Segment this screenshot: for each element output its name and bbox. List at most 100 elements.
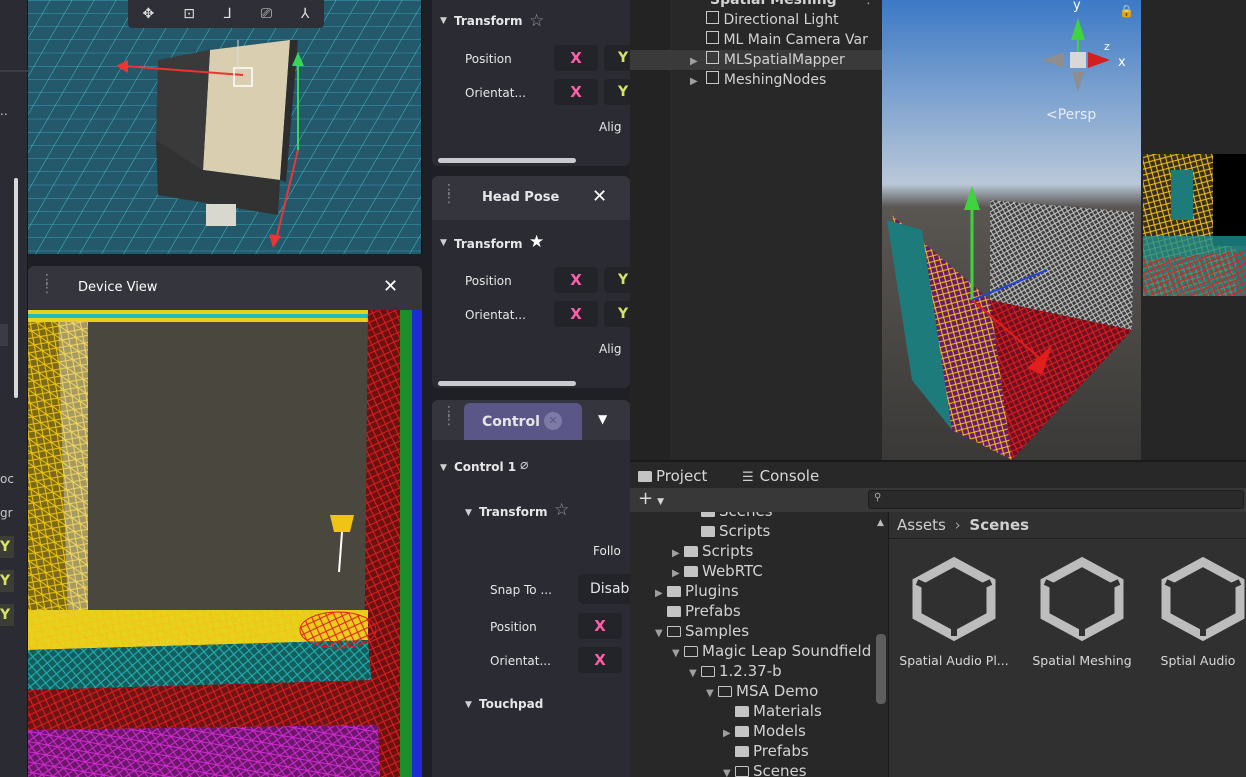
collapse-arrow-icon[interactable]: ▼ xyxy=(465,508,472,518)
orientation-x-field[interactable]: X xyxy=(578,647,622,673)
device-view-canvas[interactable] xyxy=(28,310,422,777)
camera-tool-icon[interactable]: ⎚ xyxy=(261,6,272,22)
position-x-field[interactable]: X xyxy=(554,45,598,71)
move-tool-icon[interactable]: ✥ xyxy=(142,6,154,22)
tree-row[interactable]: Materials xyxy=(723,701,822,721)
close-icon[interactable]: ✕ xyxy=(592,186,607,207)
folder-icon xyxy=(667,586,681,597)
scene-asset[interactable]: Spatial Meshing xyxy=(1027,556,1137,668)
dropdown-arrow-icon[interactable]: ▼ xyxy=(598,412,607,426)
tree-row[interactable]: ▼ MSA Demo xyxy=(706,681,818,701)
hierarchy-row[interactable]: ▶ MLSpatialMapper xyxy=(630,50,882,70)
drag-handle-icon[interactable]: ⋮ ⋮ xyxy=(442,183,456,205)
control-panel: ▼ Control 1 ⌀ ▼ Transform ☆ Follo Snap T… xyxy=(432,440,630,777)
project-tabs-bar: Project ☰ Console xyxy=(630,460,1246,488)
gameobject-icon xyxy=(706,11,719,24)
scene-asset[interactable]: Sptial Audio xyxy=(1149,556,1246,668)
tree-row[interactable]: ▶ WebRTC xyxy=(672,561,763,581)
unity-scene-view[interactable]: 🔒 y z x <Persp xyxy=(882,0,1141,460)
tab-control[interactable]: Control ✕ xyxy=(464,403,582,440)
tree-row[interactable]: ▼ Scenes xyxy=(723,761,807,777)
gizmo-tool-icon[interactable]: ⅄ xyxy=(301,6,310,22)
y-field[interactable]: Y xyxy=(0,604,14,626)
y-field[interactable]: Y xyxy=(0,536,14,558)
head-pose-header: ⋮ ⋮ Head Pose ✕ xyxy=(432,176,630,220)
snap-to-dropdown[interactable]: Disab xyxy=(578,574,630,604)
position-y-field[interactable]: Y xyxy=(604,267,630,293)
expand-arrow-icon[interactable]: ▼ xyxy=(723,764,735,777)
scroll-up-icon[interactable]: ▲ xyxy=(877,518,884,528)
simulator-scene-view[interactable]: ✥ ⊡ ⅃ ⎚ ⅄ xyxy=(28,0,422,254)
star-filled-icon[interactable]: ★ xyxy=(529,232,544,252)
tab-console-label: Console xyxy=(759,467,820,485)
edge-tab[interactable] xyxy=(0,324,8,346)
tree-row-label: Scripts xyxy=(702,542,754,560)
horizontal-scrollbar[interactable] xyxy=(438,158,576,163)
lock-icon[interactable]: 🔒 xyxy=(1119,4,1134,18)
scrollbar[interactable] xyxy=(14,178,18,398)
tree-row[interactable]: ▼ Magic Leap Soundfield xyxy=(672,641,871,661)
drag-handle-icon[interactable]: ⋮ ⋮ xyxy=(442,405,456,427)
orientation-y-field[interactable]: Y xyxy=(604,79,630,105)
tab-console[interactable]: ☰ Console xyxy=(742,462,819,490)
collapse-arrow-icon[interactable]: ▼ xyxy=(440,463,447,473)
star-outline-icon[interactable]: ☆ xyxy=(554,500,569,520)
tree-row[interactable]: ▼ Samples xyxy=(655,621,749,641)
expand-arrow-icon[interactable]: ▶ xyxy=(690,52,702,72)
game-view[interactable] xyxy=(1141,0,1246,460)
folder-icon xyxy=(701,512,715,517)
expand-arrow-icon[interactable]: ▼ xyxy=(655,624,667,644)
expand-arrow-icon[interactable]: ▼ xyxy=(689,664,701,684)
search-input[interactable]: ⚲ xyxy=(868,490,1244,509)
position-x-field[interactable]: X xyxy=(578,613,622,639)
close-tab-icon[interactable]: ✕ xyxy=(544,412,562,430)
tree-row[interactable]: ▶ Models xyxy=(723,721,806,741)
rect-tool-icon[interactable]: ⊡ xyxy=(183,6,195,22)
more-options-icon[interactable]: ⋮ xyxy=(862,0,875,7)
tree-row[interactable]: Scenes xyxy=(689,512,773,521)
collapse-arrow-icon[interactable]: ▼ xyxy=(465,700,472,710)
orientation-y-field[interactable]: Y xyxy=(604,301,630,327)
head-pose-title: Head Pose xyxy=(482,190,560,205)
collapse-arrow-icon[interactable]: ▼ xyxy=(440,238,447,248)
tree-row[interactable]: Scripts xyxy=(689,521,770,541)
collapse-arrow-icon[interactable]: ▼ xyxy=(440,16,447,26)
expand-arrow-icon[interactable]: ▶ xyxy=(690,72,702,92)
tree-row[interactable]: ▼ 1.2.37-b xyxy=(689,661,782,681)
align-label: Alig xyxy=(599,120,622,134)
pivot-tool-icon[interactable]: ⅃ xyxy=(224,6,232,22)
assets-panel: Assets › Scenes Spatial Audio Pl... Spat… xyxy=(888,512,1246,777)
close-icon[interactable]: ✕ xyxy=(383,276,398,297)
expand-arrow-icon[interactable]: ▼ xyxy=(706,684,718,704)
y-field[interactable]: Y xyxy=(0,570,14,592)
hierarchy-row[interactable]: Directional Light xyxy=(630,10,882,30)
hierarchy-item-label: MeshingNodes xyxy=(723,72,827,88)
pin-off-icon[interactable]: ⌀ xyxy=(520,457,528,473)
expand-arrow-icon[interactable]: ▼ xyxy=(672,644,684,664)
tree-row[interactable]: Prefabs xyxy=(723,741,809,761)
orientation-x-field[interactable]: X xyxy=(554,79,598,105)
scene-mesh-graphic xyxy=(882,0,1141,460)
breadcrumb-scenes[interactable]: Scenes xyxy=(969,516,1029,534)
tree-row-label: Magic Leap Soundfield xyxy=(702,642,872,660)
horizontal-scrollbar[interactable] xyxy=(438,381,576,386)
persp-toggle[interactable]: <Persp xyxy=(1046,107,1096,123)
position-y-field[interactable]: Y xyxy=(604,45,630,71)
position-x-field[interactable]: X xyxy=(554,267,598,293)
tab-project[interactable]: Project xyxy=(638,462,707,490)
hierarchy-row[interactable]: ▶ MeshingNodes xyxy=(630,70,882,90)
star-outline-icon[interactable]: ☆ xyxy=(529,11,544,31)
align-label: Alig xyxy=(599,342,622,356)
tree-row[interactable]: ▶ Plugins xyxy=(655,581,739,601)
tree-row[interactable]: Prefabs xyxy=(655,601,741,621)
scene-asset[interactable]: Spatial Audio Pl... xyxy=(899,556,1009,668)
orientation-x-field[interactable]: X xyxy=(554,301,598,327)
breadcrumb-assets[interactable]: Assets xyxy=(897,516,946,534)
inspector-column: ▼ Transform ☆ Position X Y Orientat... X… xyxy=(432,0,630,777)
hierarchy-row[interactable]: ML Main Camera Var xyxy=(630,30,882,50)
drag-handle-icon[interactable]: ⋮ ⋮ xyxy=(40,273,54,295)
tree-scrollbar-thumb[interactable] xyxy=(876,634,886,704)
tree-row-label: 1.2.37-b xyxy=(719,662,782,680)
tree-row[interactable]: ▶ Scripts xyxy=(672,541,753,561)
add-icon[interactable]: + ▼ xyxy=(638,488,664,513)
